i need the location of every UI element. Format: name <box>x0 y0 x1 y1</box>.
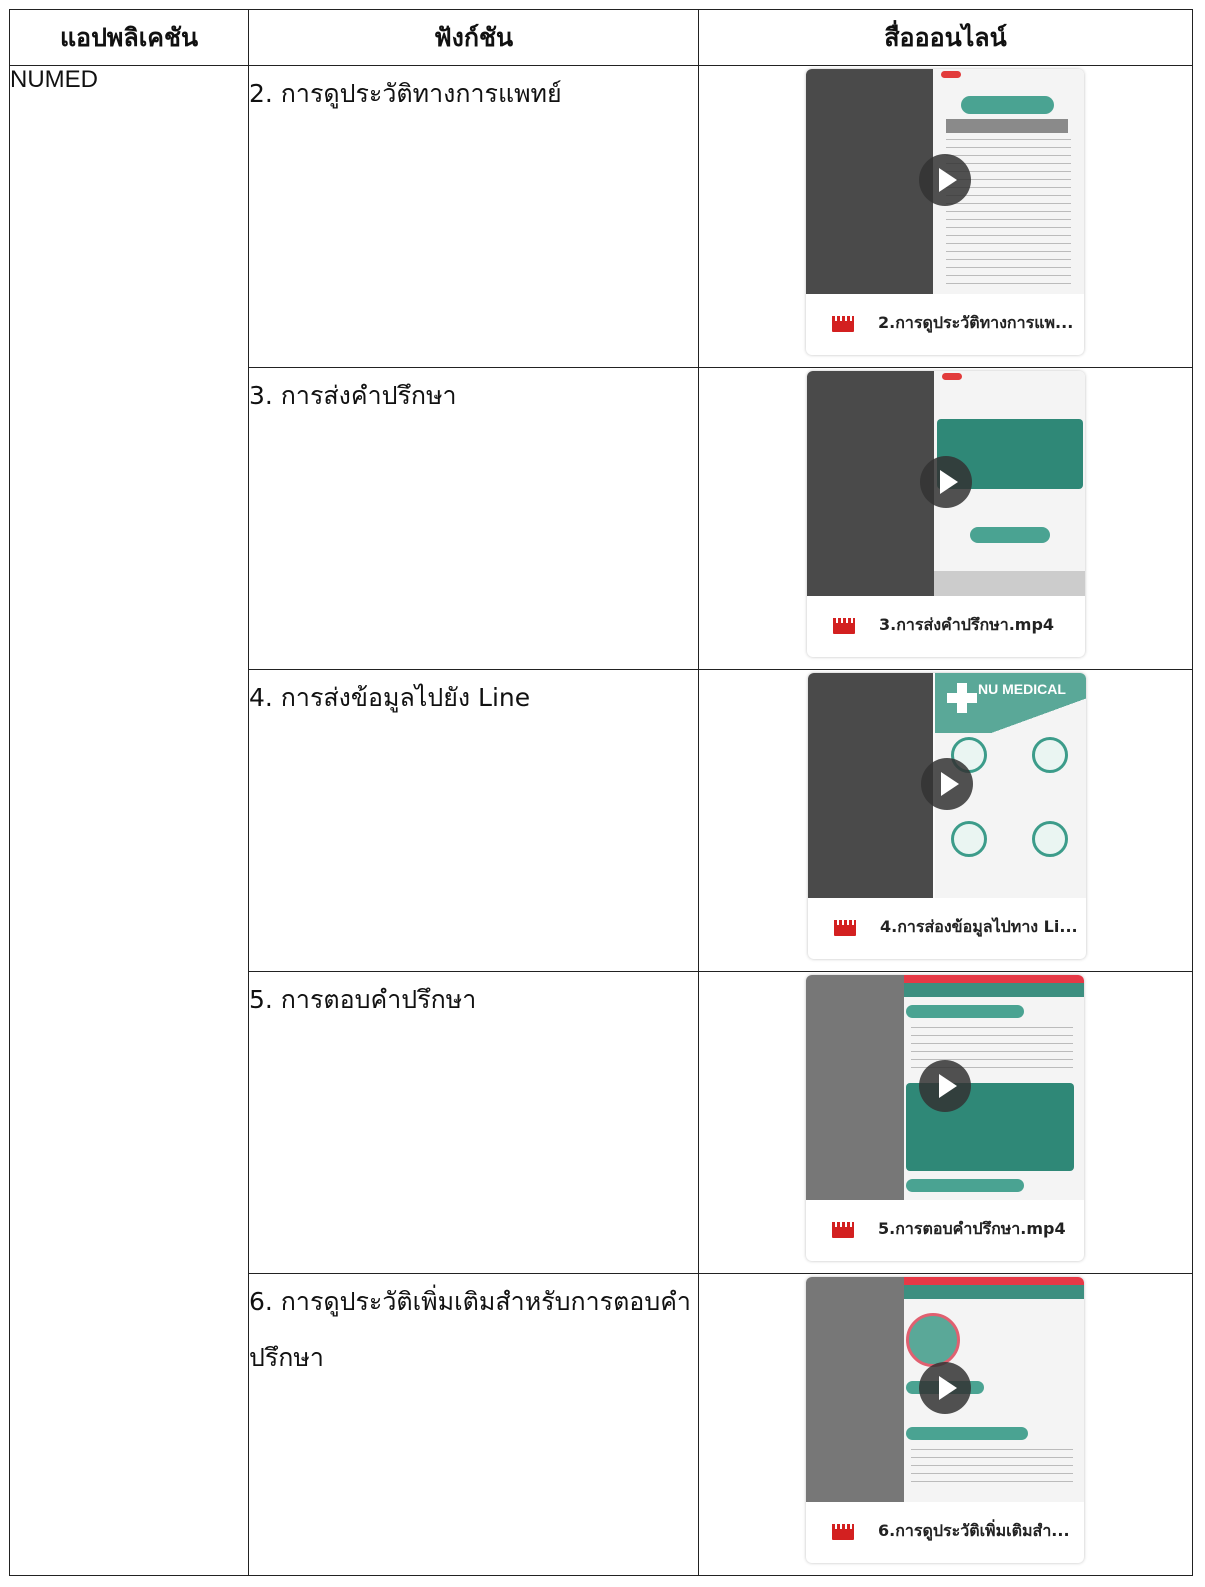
function-cell: 2. การดูประวัติทางการแพทย์ <box>248 65 699 368</box>
function-label: 6. การดูประวัติเพิ่มเติมสำหรับการตอบคำปร… <box>249 1287 691 1372</box>
video-caption[interactable]: 6.การดูประวัติเพิ่มเติมสำ... <box>806 1513 1084 1553</box>
video-card[interactable]: 2.การดูประวัติทางการแพ... <box>806 69 1084 355</box>
header-row: แอปพลิเคชัน ฟังก์ชัน สื่อออนไลน์ <box>9 9 1193 66</box>
video-caption[interactable]: 3.การส่งคำปรึกษา.mp4 <box>807 607 1085 647</box>
video-thumbnail[interactable] <box>806 69 1084 294</box>
video-card[interactable]: 6.การดูประวัติเพิ่มเติมสำ... <box>806 1277 1084 1563</box>
media-cell: 3.การส่งคำปรึกษา.mp4 <box>698 367 1193 670</box>
media-cell: 2.การดูประวัติทางการแพ... <box>698 65 1193 368</box>
play-icon[interactable] <box>919 1362 971 1414</box>
app-name: NUMED <box>10 66 98 93</box>
table-row: NUMED 2. การดูประวัติทางการแพทย์ 2.การดู… <box>9 65 1193 1576</box>
film-icon <box>832 1524 854 1540</box>
video-thumbnail[interactable]: NU MEDICAL <box>808 673 1086 898</box>
video-filename: 2.การดูประวัติทางการแพ... <box>878 313 1074 332</box>
function-label: 3. การส่งคำปรึกษา <box>249 381 457 410</box>
document-icon <box>1032 737 1068 773</box>
function-label: 5. การตอบคำปรึกษา <box>249 985 477 1014</box>
video-caption[interactable]: 2.การดูประวัติทางการแพ... <box>806 305 1084 345</box>
app-name-cell: NUMED <box>9 65 249 1576</box>
media-cell: 5.การตอบคำปรึกษา.mp4 <box>698 971 1193 1274</box>
film-icon <box>832 1222 854 1238</box>
phone-add-icon <box>951 821 987 857</box>
video-caption[interactable]: 4.การส่องข้อมูลไปทาง Li... <box>808 909 1086 949</box>
play-icon[interactable] <box>920 456 972 508</box>
video-thumbnail[interactable] <box>806 1277 1084 1502</box>
function-cell: 4. การส่งข้อมูลไปยัง Line <box>248 669 699 972</box>
film-icon <box>834 920 856 936</box>
video-filename: 4.การส่องข้อมูลไปทาง Li... <box>880 917 1078 936</box>
function-cell: 5. การตอบคำปรึกษา <box>248 971 699 1274</box>
function-cell: 3. การส่งคำปรึกษา <box>248 367 699 670</box>
film-icon <box>833 618 855 634</box>
video-thumbnail[interactable] <box>806 975 1084 1200</box>
header-application: แอปพลิเคชัน <box>9 9 249 66</box>
function-label: 4. การส่งข้อมูลไปยัง Line <box>249 683 531 712</box>
function-label: 2. การดูประวัติทางการแพทย์ <box>249 79 562 108</box>
video-thumbnail[interactable] <box>807 371 1085 596</box>
function-cell: 6. การดูประวัติเพิ่มเติมสำหรับการตอบคำปร… <box>248 1273 699 1576</box>
video-card[interactable]: 5.การตอบคำปรึกษา.mp4 <box>806 975 1084 1261</box>
avatar <box>906 1313 960 1367</box>
media-cell: NU MEDICAL 4.การส่องข้อมูลไปทาง Li... <box>698 669 1193 972</box>
video-card[interactable]: NU MEDICAL 4.การส่องข้อมูลไปทาง Li... <box>808 673 1086 959</box>
video-caption[interactable]: 5.การตอบคำปรึกษา.mp4 <box>806 1211 1084 1251</box>
film-icon <box>832 316 854 332</box>
video-filename: 6.การดูประวัติเพิ่มเติมสำ... <box>878 1521 1070 1540</box>
media-cell: 6.การดูประวัติเพิ่มเติมสำ... <box>698 1273 1193 1576</box>
video-filename: 3.การส่งคำปรึกษา.mp4 <box>879 615 1055 634</box>
media-table: แอปพลิเคชัน ฟังก์ชัน สื่อออนไลน์ NUMED 2… <box>9 9 1193 1576</box>
user-icon <box>1032 821 1068 857</box>
nu-medical-logo-text: NU MEDICAL <box>978 681 1066 697</box>
video-filename: 5.การตอบคำปรึกษา.mp4 <box>878 1219 1066 1238</box>
play-icon[interactable] <box>919 154 971 206</box>
play-icon[interactable] <box>919 1060 971 1112</box>
header-online-media: สื่อออนไลน์ <box>698 9 1193 66</box>
header-function: ฟังก์ชัน <box>248 9 699 66</box>
video-card[interactable]: 3.การส่งคำปรึกษา.mp4 <box>807 371 1085 657</box>
play-icon[interactable] <box>921 758 973 810</box>
